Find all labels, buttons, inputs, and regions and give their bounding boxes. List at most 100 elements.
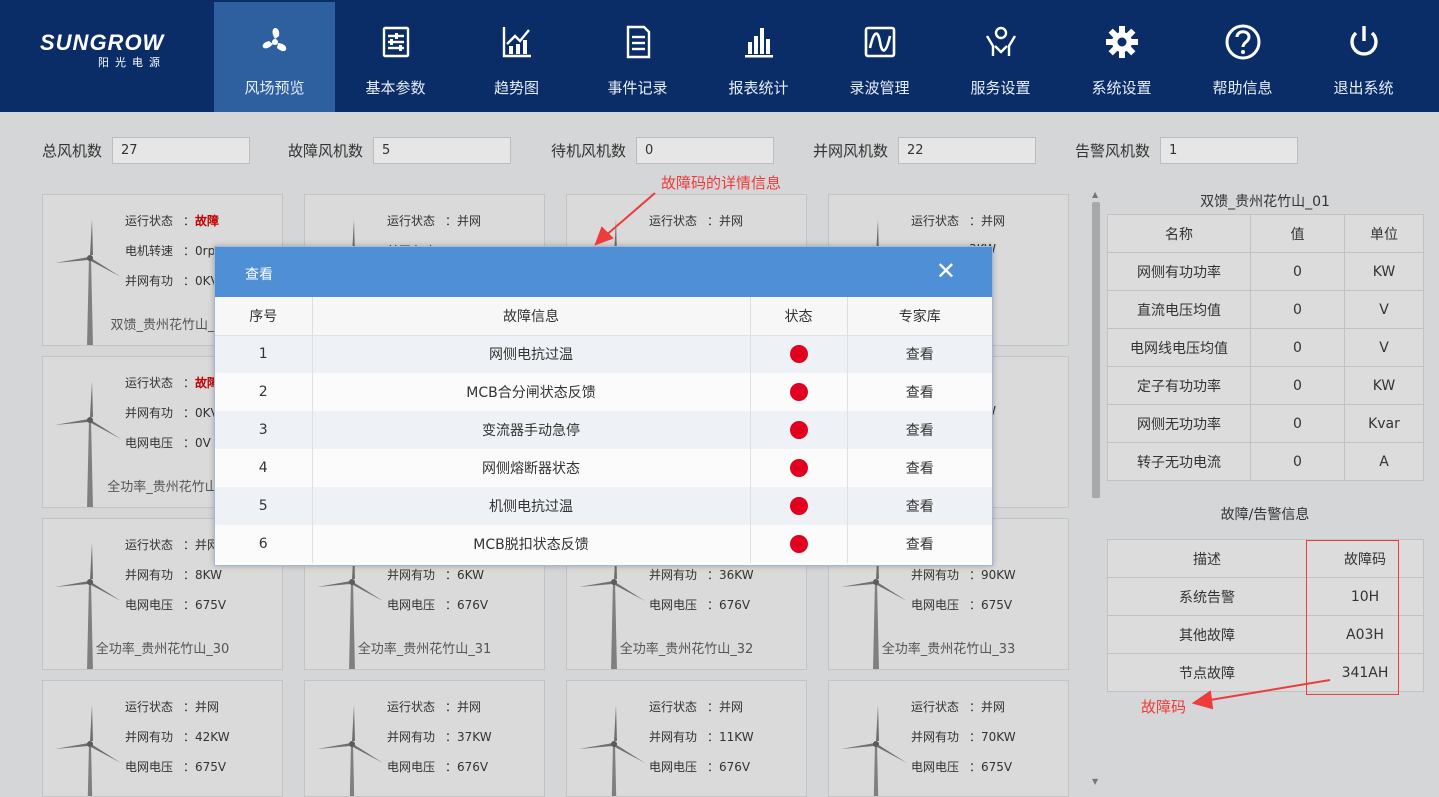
turbine-param-value: 11KW	[719, 730, 754, 744]
fault-info: 机侧电抗过温	[312, 487, 751, 525]
params-row: 直流电压均值 0 V	[1107, 290, 1424, 329]
scroll-up-icon[interactable]: ▲	[1092, 190, 1098, 199]
turbine-name: 全功率_贵州花竹山_32	[619, 642, 754, 657]
turbine-param-label: 电网电压	[649, 760, 698, 774]
nav-report-stats[interactable]: 报表统计	[698, 2, 819, 112]
help-icon	[1225, 24, 1260, 60]
wind-turbine-image	[55, 705, 121, 796]
turbine-param-value: 0rp	[195, 244, 216, 258]
param-unit: Kvar	[1344, 404, 1424, 443]
turbine-param-value: 并网	[981, 700, 1006, 714]
turbine-param-label: 运行状态	[387, 700, 436, 714]
stat-grid: 并网风机数 22	[813, 137, 1037, 164]
param-name: 定子有功功率	[1107, 366, 1251, 405]
turbine-param-label: 并网有功	[125, 406, 174, 420]
nav-label: 趋势图	[493, 79, 539, 97]
turbine-param-colon: ：	[183, 244, 196, 258]
param-name: 直流电压均值	[1107, 290, 1251, 329]
fault-index: 6	[215, 525, 313, 563]
turbine-param-colon: ：	[183, 730, 196, 744]
nav-event-log[interactable]: 事件记录	[577, 2, 698, 112]
turbine-param-label: 并网有功	[125, 568, 174, 582]
turbine-param-row: 并网有功 ：0KV	[125, 404, 219, 421]
scrollbar[interactable]: ▲ ▼	[1090, 190, 1102, 786]
annotation-code: 故障码	[1141, 698, 1187, 716]
fault-index: 4	[215, 449, 313, 487]
nav-wind-farm-overview[interactable]: 风场预览	[214, 2, 335, 112]
view-expert-link[interactable]: 查看	[847, 487, 992, 525]
turbine-param-value: 675V	[981, 598, 1013, 612]
status-dot-icon	[789, 535, 808, 553]
scroll-down-icon[interactable]: ▼	[1092, 777, 1098, 786]
turbine-param-colon: ：	[707, 760, 720, 774]
view-expert-link[interactable]: 查看	[847, 373, 992, 411]
turbine-card[interactable]: 运行状态 ：并网 并网有功 ：11KW 电网电压 ：676V	[566, 680, 807, 797]
top-header: SUNGROW 阳光电源 风场预览 基本参数 趋势图 事件记录 报表统计 录波管…	[0, 0, 1439, 112]
stat-value: 27	[112, 137, 251, 164]
turbine-param-row: 电网电压 ：675V	[911, 758, 1012, 775]
scrollbar-thumb[interactable]	[1092, 202, 1100, 498]
nav-help-info[interactable]: 帮助信息	[1182, 2, 1303, 112]
params-row: 转子无功电流 0 A	[1107, 442, 1424, 481]
wind-turbine-image	[841, 705, 907, 796]
nav-logout[interactable]: 退出系统	[1303, 2, 1424, 112]
col-fault-info: 故障信息	[312, 297, 751, 336]
turbine-param-row: 并网有功 ：6KW	[387, 566, 484, 583]
turbine-param-label: 并网有功	[649, 568, 698, 582]
fault-code-highlight	[1306, 540, 1399, 695]
nav-trend-chart[interactable]: 趋势图	[456, 2, 577, 112]
fault-index: 1	[215, 335, 313, 373]
status-dot-icon	[789, 497, 808, 515]
col-expert-db: 专家库	[847, 297, 992, 336]
fault-info-title: 故障/告警信息	[1220, 507, 1310, 523]
stat-value: 5	[373, 137, 512, 164]
col-index: 序号	[215, 297, 313, 336]
stat-fault: 故障风机数 5	[288, 137, 512, 164]
fault-detail-row: 6 MCB脱扣状态反馈 查看	[215, 525, 992, 563]
nav-service-settings[interactable]: 服务设置	[940, 2, 1061, 112]
view-expert-link[interactable]: 查看	[847, 335, 992, 373]
turbine-param-colon: ：	[445, 214, 458, 228]
nav-basic-params[interactable]: 基本参数	[335, 2, 456, 112]
annotation-detail: 故障码的详情信息	[661, 174, 782, 192]
view-expert-link[interactable]: 查看	[847, 449, 992, 487]
turbine-param-value: 8KW	[195, 568, 222, 582]
nav-label: 基本参数	[365, 79, 426, 97]
nav-label: 退出系统	[1333, 79, 1394, 97]
turbine-param-value: 675V	[195, 760, 227, 774]
turbine-param-colon: ：	[183, 436, 196, 450]
param-value: 0	[1250, 366, 1345, 405]
turbine-param-row: 并网有功 ：37KW	[387, 728, 492, 745]
nav-label: 录波管理	[849, 79, 910, 97]
turbine-param-label: 并网有功	[387, 730, 436, 744]
fault-detail-table: 序号 故障信息 状态 专家库 1 网侧电抗过温 查看 2 MCB合分闸状态反馈 查看 3 变流…	[215, 297, 992, 563]
nav-waveform-mgmt[interactable]: 录波管理	[819, 2, 940, 112]
turbine-param-value: 并网	[719, 700, 744, 714]
turbine-param-row: 运行状态 ：并网	[649, 698, 743, 715]
turbine-param-value: 并网	[457, 214, 482, 228]
stat-alarm: 告警风机数 1	[1075, 137, 1299, 164]
stat-label: 待机风机数	[551, 142, 627, 160]
turbine-card[interactable]: 运行状态 ：并网 并网有功 ：70KW 电网电压 ：675V	[828, 680, 1069, 797]
close-icon[interactable]: ✕	[936, 259, 956, 283]
turbine-param-value: 675V	[981, 760, 1013, 774]
param-name: 电网线电压均值	[1107, 328, 1251, 367]
view-expert-link[interactable]: 查看	[847, 411, 992, 449]
turbine-param-value: 37KW	[457, 730, 492, 744]
params-row: 电网线电压均值 0 V	[1107, 328, 1424, 367]
turbine-param-value: 36KW	[719, 568, 754, 582]
turbine-param-row: 并网有功 ：8KW	[125, 566, 222, 583]
turbine-card[interactable]: 运行状态 ：并网 并网有功 ：42KW 电网电压 ：675V	[42, 680, 283, 797]
turbine-param-colon: ：	[445, 730, 458, 744]
view-expert-link[interactable]: 查看	[847, 525, 992, 563]
fault-desc: 系统告警	[1107, 577, 1307, 616]
turbine-param-colon: ：	[445, 598, 458, 612]
param-unit: A	[1344, 442, 1424, 481]
turbine-card[interactable]: 运行状态 ：并网 并网有功 ：37KW 电网电压 ：676V	[304, 680, 545, 797]
turbine-param-label: 运行状态	[125, 376, 174, 390]
stat-label: 故障风机数	[288, 142, 364, 160]
turbine-param-value: 676V	[457, 598, 489, 612]
nav-system-settings[interactable]: 系统设置	[1061, 2, 1182, 112]
params-row: 网侧有功功率 0 KW	[1107, 252, 1424, 291]
turbine-param-value: 并网	[981, 214, 1006, 228]
